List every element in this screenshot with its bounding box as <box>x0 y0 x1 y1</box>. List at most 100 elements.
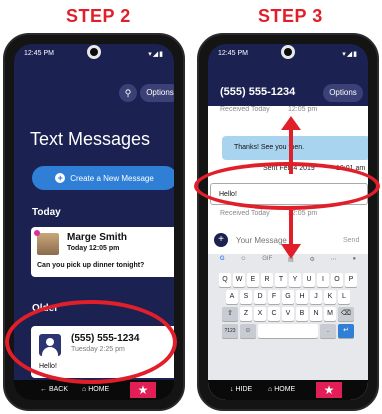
favorite-star-button[interactable]: ★ <box>130 382 156 398</box>
section-today: Today <box>32 207 61 218</box>
create-message-label: Create a New Message <box>70 173 154 183</box>
key-p[interactable]: P <box>345 273 357 287</box>
keyboard-row-1: QWERTYUIOP <box>208 273 368 287</box>
star-icon: ★ <box>137 383 149 397</box>
key-s[interactable]: S <box>240 290 252 304</box>
options-button[interactable]: Options <box>323 84 363 102</box>
key-u[interactable]: U <box>303 273 315 287</box>
settings-icon[interactable]: ⚙ <box>310 256 315 270</box>
key-y[interactable]: Y <box>289 273 301 287</box>
key-m[interactable]: M <box>324 307 336 321</box>
message-time: Tuesday 2:25 pm <box>71 346 125 353</box>
key-x[interactable]: X <box>254 307 266 321</box>
key-j[interactable]: J <box>310 290 322 304</box>
google-icon[interactable]: G <box>220 256 225 270</box>
received-message-bubble: Hello! <box>210 183 368 205</box>
shift-key[interactable]: ⇧ <box>222 307 238 321</box>
conversation-card-number[interactable]: (555) 555-1234 Tuesday 2:25 pm Hello! <box>31 326 174 378</box>
messages-screen: 12:45 PM ▾◢▮ ⚲ Options Text Messages + C… <box>14 44 174 400</box>
received-meta: Received Today <box>220 106 270 113</box>
received-time: 12:05 pm <box>288 106 318 113</box>
options-button[interactable]: Options <box>140 84 174 102</box>
section-older: Older <box>32 303 59 314</box>
back-button[interactable]: ← BACK <box>40 386 68 393</box>
message-input[interactable] <box>236 236 316 245</box>
key-n[interactable]: N <box>310 307 322 321</box>
backspace-key[interactable]: ⌫ <box>338 307 354 321</box>
down-arrow-icon: ↓ <box>230 386 234 393</box>
enter-key[interactable]: ↵ <box>338 324 354 338</box>
key-c[interactable]: C <box>268 307 280 321</box>
message-preview: Hello! <box>39 363 57 370</box>
period-key[interactable]: . <box>320 324 336 338</box>
star-icon: ★ <box>323 383 335 397</box>
more-icon[interactable]: ⋯ <box>331 256 337 270</box>
key-b[interactable]: B <box>296 307 308 321</box>
search-icon: ⚲ <box>124 88 132 98</box>
keyboard-row-3: ⇧ Z X C V B N M ⌫ <box>208 307 368 321</box>
key-f[interactable]: F <box>268 290 280 304</box>
step-3-label: STEP 3 <box>258 6 323 26</box>
key-g[interactable]: G <box>282 290 294 304</box>
key-q[interactable]: Q <box>219 273 231 287</box>
conversation-contact: (555) 555-1234 <box>220 86 296 98</box>
page-title: Text Messages <box>30 129 151 149</box>
emoji-key[interactable]: ☺ <box>240 324 256 338</box>
key-e[interactable]: E <box>247 273 259 287</box>
search-button[interactable]: ⚲ <box>119 84 137 102</box>
key-r[interactable]: R <box>261 273 273 287</box>
bottom-nav: ↓ HIDE ⌂ HOME ★ <box>208 380 368 400</box>
home-label: HOME <box>88 386 110 393</box>
sent-time: 10:01 am <box>336 165 366 172</box>
sent-message-bubble: Thanks! See you then. <box>222 136 368 160</box>
key-l[interactable]: L <box>338 290 350 304</box>
signal-battery-icon: ▾◢▮ <box>342 51 358 58</box>
keyboard-row-4: ?123 ☺ . ↵ <box>208 324 368 338</box>
signal-battery-icon: ▾◢▮ <box>148 51 164 58</box>
sticker-icon[interactable]: ☺ <box>240 256 246 270</box>
contact-name: (555) 555-1234 <box>71 333 140 344</box>
bottom-nav: ← BACK ⌂ HOME ★ <box>14 380 174 400</box>
home-icon: ⌂ <box>82 386 87 393</box>
key-i[interactable]: I <box>317 273 329 287</box>
mic-icon[interactable]: ● <box>352 256 356 270</box>
attach-plus-button[interactable]: + <box>214 233 228 247</box>
plus-circle-icon: + <box>55 173 66 183</box>
conversation-card-marge[interactable]: Marge Smith Today 12:05 pm Can you pick … <box>31 227 174 277</box>
home-button[interactable]: ⌂ HOME <box>82 386 109 393</box>
message-preview: Can you pick up dinner tonight? <box>37 262 145 269</box>
conversation-screen: 12:45 PM ▾◢▮ (555) 555-1234 Options Rece… <box>208 44 368 400</box>
numbers-key[interactable]: ?123 <box>222 324 238 338</box>
back-label: BACK <box>48 386 69 393</box>
key-o[interactable]: O <box>331 273 343 287</box>
camera-notch <box>281 45 295 59</box>
favorite-star-button[interactable]: ★ <box>316 382 342 398</box>
message-time: Today 12:05 pm <box>67 245 120 252</box>
key-h[interactable]: H <box>296 290 308 304</box>
key-w[interactable]: W <box>233 273 245 287</box>
keyboard-row-2: ASDFGHJKL <box>208 290 368 304</box>
received-time: 12:05 pm <box>288 210 318 217</box>
status-time: 12:45 PM <box>218 50 248 57</box>
key-k[interactable]: K <box>324 290 336 304</box>
unread-dot <box>34 230 40 236</box>
phone-step-2: 12:45 PM ▾◢▮ ⚲ Options Text Messages + C… <box>3 33 185 411</box>
hide-button[interactable]: ↓ HIDE <box>230 386 252 393</box>
camera-notch <box>87 45 101 59</box>
avatar <box>37 233 59 255</box>
key-a[interactable]: A <box>226 290 238 304</box>
send-button[interactable]: Send <box>343 237 359 244</box>
sent-meta: Sent Feb 4 2019 <box>263 165 315 172</box>
contact-name: Marge Smith <box>67 232 128 243</box>
key-t[interactable]: T <box>275 273 287 287</box>
phone-step-3: 12:45 PM ▾◢▮ (555) 555-1234 Options Rece… <box>197 33 379 411</box>
key-d[interactable]: D <box>254 290 266 304</box>
space-key[interactable] <box>258 324 318 338</box>
gif-icon[interactable]: GIF <box>262 256 272 270</box>
clipboard-icon[interactable]: ▤ <box>288 256 294 270</box>
back-arrow-icon: ← <box>40 386 47 393</box>
key-z[interactable]: Z <box>240 307 252 321</box>
home-button[interactable]: ⌂ HOME <box>268 386 295 393</box>
create-message-button[interactable]: + Create a New Message <box>32 166 174 190</box>
key-v[interactable]: V <box>282 307 294 321</box>
